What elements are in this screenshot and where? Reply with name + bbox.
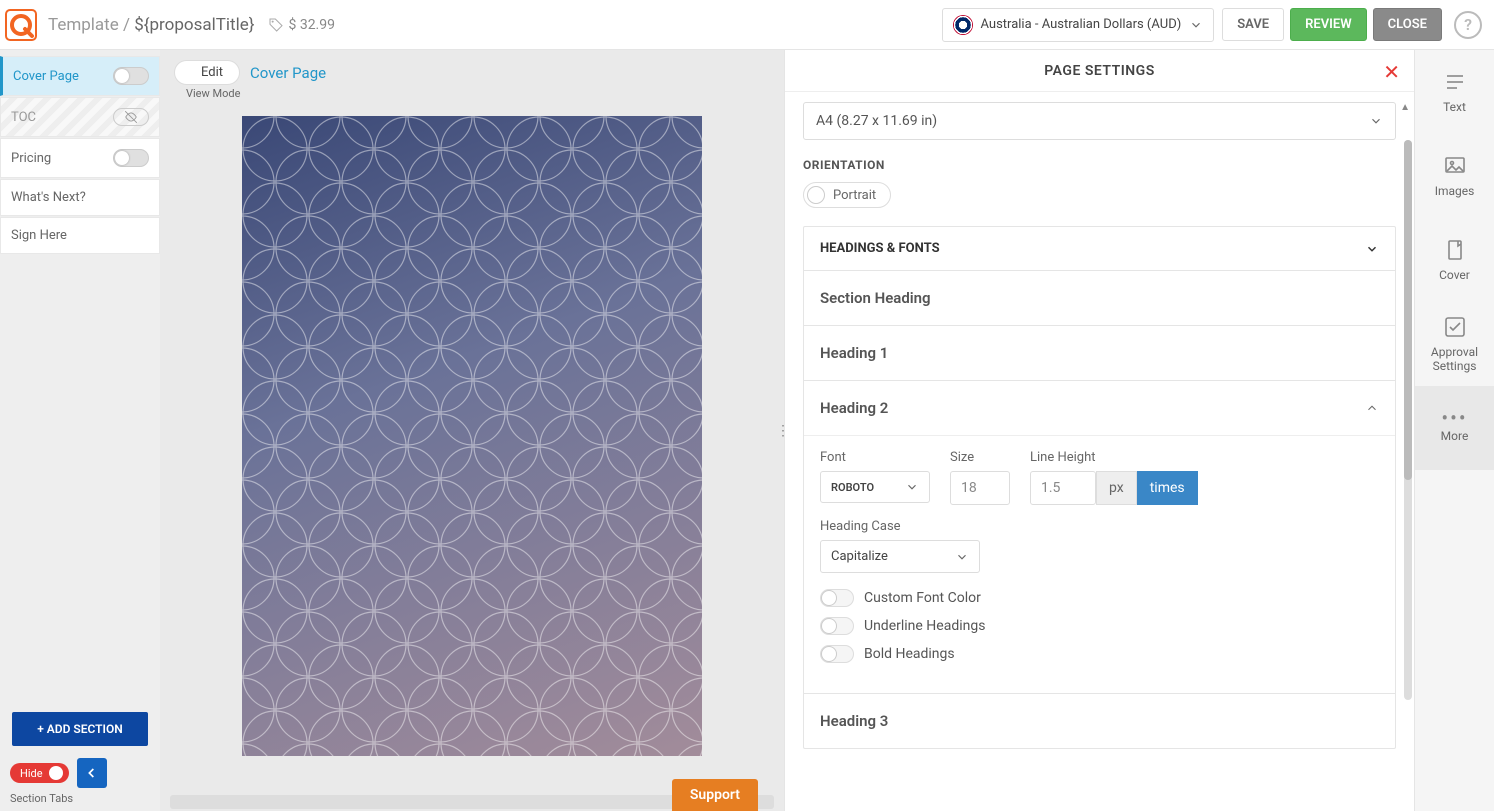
- chevron-up-icon: [1365, 401, 1379, 415]
- page-settings-panel: PAGE SETTINGS ✕ ▲ A4 (8.27 x 11.69 in) O…: [784, 50, 1414, 811]
- lineheight-label: Line Height: [1030, 450, 1198, 465]
- top-bar: Template / ${proposalTitle} $ 32.99 Aust…: [0, 0, 1494, 50]
- price-tag[interactable]: $ 32.99: [268, 17, 335, 33]
- page-title[interactable]: ${proposalTitle}: [134, 15, 254, 35]
- logo[interactable]: [4, 8, 38, 42]
- cover-pattern: [242, 116, 702, 756]
- headings-fonts-card: HEADINGS & FONTS Section Heading Heading…: [803, 226, 1396, 749]
- page-breadcrumb-link[interactable]: Cover Page: [250, 64, 326, 82]
- vertical-scrollbar[interactable]: [1404, 140, 1412, 700]
- sidebar-item-pricing[interactable]: Pricing: [0, 138, 160, 178]
- sidebar-item-toc[interactable]: TOC: [0, 97, 160, 137]
- rail-approval[interactable]: Approval Settings: [1415, 302, 1494, 386]
- orientation-label: ORIENTATION: [803, 158, 1396, 172]
- heading1-row[interactable]: Heading 1: [804, 325, 1395, 380]
- chevron-down-icon: [955, 550, 969, 564]
- sidebar-item-label: TOC: [11, 110, 36, 125]
- rail-text[interactable]: Text: [1415, 50, 1494, 134]
- cover-page-preview: [242, 116, 702, 756]
- cover-icon: [1443, 238, 1467, 262]
- bold-toggle[interactable]: [820, 645, 854, 663]
- right-rail: Text Images Cover Approval Settings ••• …: [1414, 50, 1494, 811]
- sections-sidebar: Cover Page TOC Pricing What's Next? Sign…: [0, 50, 160, 811]
- section-heading-row[interactable]: Section Heading: [804, 270, 1395, 325]
- price-value: $ 32.99: [288, 17, 335, 33]
- underline-toggle[interactable]: [820, 617, 854, 635]
- check-icon: [1443, 315, 1467, 339]
- review-button[interactable]: REVIEW: [1290, 8, 1367, 41]
- chevron-down-icon: [905, 480, 919, 494]
- breadcrumb-prefix: Template /: [48, 15, 134, 35]
- canvas-area: Edit Cover Page View Mode Support ⋮: [160, 50, 784, 811]
- text-icon: [1443, 70, 1467, 94]
- visibility-toggle[interactable]: [113, 149, 149, 167]
- visibility-toggle[interactable]: [113, 67, 149, 85]
- sidebar-item-label: Pricing: [11, 151, 51, 166]
- rail-more[interactable]: ••• More: [1415, 386, 1494, 470]
- sidebar-item-label: What's Next?: [11, 190, 86, 205]
- close-button[interactable]: CLOSE: [1373, 8, 1442, 41]
- sidebar-item-label: Cover Page: [13, 69, 79, 84]
- currency-picker[interactable]: Australia - Australian Dollars (AUD): [942, 8, 1215, 42]
- heading2-row[interactable]: Heading 2: [804, 380, 1395, 435]
- paper-size-select[interactable]: A4 (8.27 x 11.69 in): [803, 102, 1396, 140]
- chevron-down-icon: [1189, 18, 1203, 32]
- chevron-down-icon: [1365, 242, 1379, 256]
- headings-fonts-toggle[interactable]: HEADINGS & FONTS: [804, 227, 1395, 270]
- heading3-row[interactable]: Heading 3: [804, 693, 1395, 748]
- support-button[interactable]: Support: [672, 779, 758, 811]
- hidden-icon[interactable]: [113, 108, 149, 126]
- sidebar-item-cover-page[interactable]: Cover Page: [0, 56, 160, 96]
- size-label: Size: [950, 450, 1010, 465]
- orientation-toggle[interactable]: Portrait: [803, 182, 891, 208]
- panel-close-button[interactable]: ✕: [1383, 60, 1400, 84]
- section-tabs-label: Section Tabs: [0, 790, 160, 811]
- sidebar-item-sign-here[interactable]: Sign Here: [0, 217, 160, 254]
- edit-mode-toggle[interactable]: Edit: [174, 60, 240, 85]
- more-icon: •••: [1441, 413, 1467, 423]
- sidebar-item-whats-next[interactable]: What's Next?: [0, 179, 160, 216]
- custom-color-toggle[interactable]: [820, 589, 854, 607]
- tag-icon: [268, 17, 284, 33]
- unit-px-button[interactable]: px: [1096, 471, 1137, 505]
- hide-tabs-toggle[interactable]: Hide: [10, 763, 69, 783]
- heading-case-label: Heading Case: [820, 519, 980, 534]
- heading-case-select[interactable]: Capitalize: [820, 540, 980, 573]
- add-section-button[interactable]: + ADD SECTION: [12, 712, 148, 746]
- view-mode-label: View Mode: [160, 85, 784, 106]
- save-button[interactable]: SAVE: [1222, 8, 1284, 41]
- breadcrumb: Template / ${proposalTitle}: [48, 15, 254, 35]
- collapse-button[interactable]: [77, 758, 107, 788]
- page-viewport[interactable]: [160, 106, 784, 795]
- paper-size-value: A4 (8.27 x 11.69 in): [816, 113, 937, 129]
- help-icon[interactable]: ?: [1454, 11, 1482, 39]
- rail-images[interactable]: Images: [1415, 134, 1494, 218]
- flag-icon: [953, 15, 973, 35]
- font-select[interactable]: ROBOTO: [820, 471, 930, 503]
- chevron-down-icon: [1369, 114, 1383, 128]
- heading2-settings: Font ROBOTO Size Line Height: [804, 435, 1395, 693]
- image-icon: [1443, 154, 1467, 178]
- currency-label: Australia - Australian Dollars (AUD): [981, 17, 1182, 32]
- size-input[interactable]: [950, 471, 1010, 505]
- sidebar-item-label: Sign Here: [11, 228, 67, 243]
- unit-times-button[interactable]: times: [1137, 471, 1198, 505]
- panel-title: PAGE SETTINGS: [785, 50, 1414, 92]
- font-label: Font: [820, 450, 930, 465]
- lineheight-input[interactable]: [1030, 471, 1096, 505]
- rail-cover[interactable]: Cover: [1415, 218, 1494, 302]
